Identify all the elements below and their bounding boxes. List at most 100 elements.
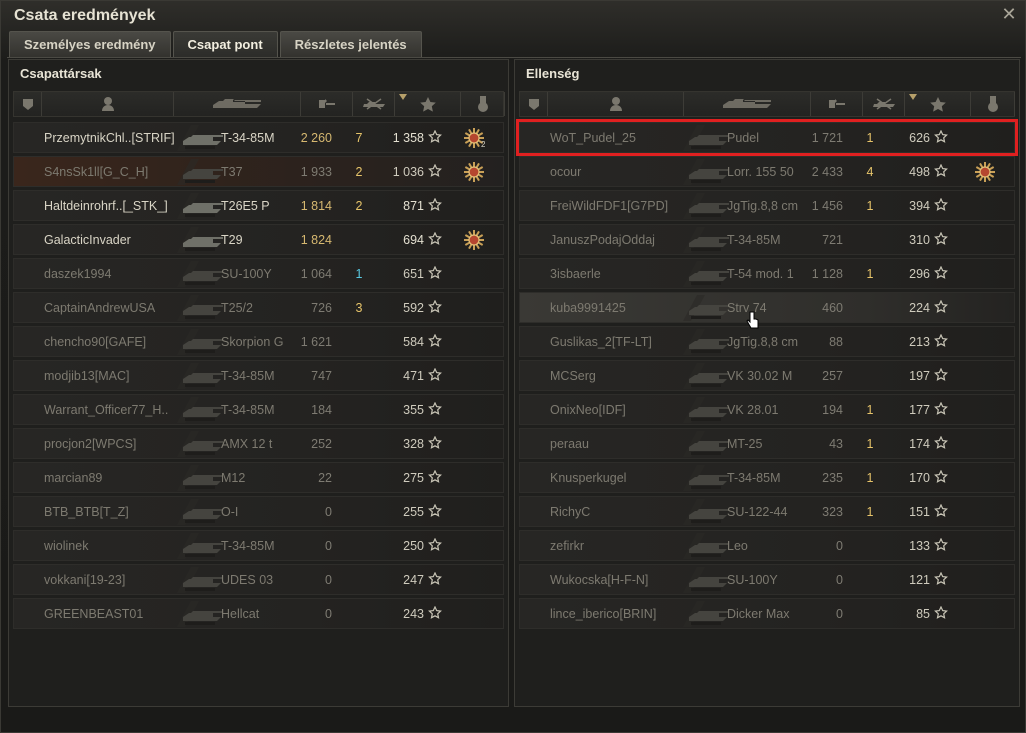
tank-icon — [683, 397, 733, 423]
medal-icon[interactable] — [463, 229, 485, 251]
damage-value: 43 — [829, 437, 843, 451]
teammate-row[interactable]: daszek1994 SU-100Y 1 064 1 651 — [13, 258, 504, 289]
damage-column-header[interactable] — [811, 92, 863, 116]
platoon-column-header[interactable] — [520, 92, 548, 116]
damage-column-header[interactable] — [301, 92, 353, 116]
teammate-row[interactable]: GREENBEAST01 Hellcat 0 243 — [13, 598, 504, 629]
close-icon[interactable]: ✕ — [999, 4, 1019, 24]
medal-icon[interactable]: 2 — [463, 127, 486, 149]
vehicle-column-icon — [213, 99, 261, 108]
enemy-row[interactable]: Knusperkugel T-34-85M 235 1 170 — [519, 462, 1015, 493]
teammate-row[interactable]: wiolinek T-34-85M 0 250 — [13, 530, 504, 561]
teammates-title: Csapattársak — [20, 66, 102, 81]
medal-column-header[interactable] — [971, 92, 1015, 116]
enemy-row[interactable]: Guslikas_2[TF-LT] JgTig.8,8 cm 88 213 — [519, 326, 1015, 357]
vehicle-column-header[interactable] — [174, 92, 301, 116]
teammate-row[interactable]: Haltdeinrohrf..[_STK_] T26E5 P 1 814 2 871 — [13, 190, 504, 221]
enemy-row[interactable]: peraau MT-25 43 1 174 — [519, 428, 1015, 459]
tank-icon — [683, 261, 733, 287]
vehicle-name: T-34-85M — [727, 471, 781, 485]
score-column-icon — [929, 97, 946, 112]
teammate-row[interactable]: S4nsSk1ll[G_C_H] T37 1 933 2 1 036 — [13, 156, 504, 187]
teammate-row[interactable]: procjon2[WPCS] AMX 12 t 252 328 — [13, 428, 504, 459]
enemy-row[interactable]: 3isbaerle T-54 mod. 1 1 128 1 296 — [519, 258, 1015, 289]
platoon-column-header[interactable] — [14, 92, 42, 116]
player-name: Haltdeinrohrf..[_STK_] — [44, 199, 168, 213]
damage-value: 2 433 — [811, 165, 843, 179]
damage-value: 1 721 — [811, 131, 843, 145]
enemy-row[interactable]: JanuszPodajOddaj T-34-85M 721 310 — [519, 224, 1015, 255]
score-value: 85 — [916, 607, 930, 621]
kills-value: 1 — [355, 267, 363, 281]
medal-icon[interactable] — [974, 161, 996, 183]
enemy-row[interactable]: OnixNeo[IDF] VK 28.01 194 1 177 — [519, 394, 1015, 425]
score-value: 584 — [403, 335, 424, 349]
enemy-row[interactable]: lince_iberico[BRIN] Dicker Max 0 85 — [519, 598, 1015, 629]
enemy-row[interactable]: FreiWildFDF1[G7PD] JgTig.8,8 cm 1 456 1 394 — [519, 190, 1015, 221]
score-value: 275 — [403, 471, 424, 485]
vehicle-column-header[interactable] — [684, 92, 811, 116]
tank-icon — [177, 329, 227, 355]
star-icon — [428, 299, 442, 314]
vehicle-name: T-34-85M — [727, 233, 781, 247]
teammate-row[interactable]: marcian89 M12 22 275 — [13, 462, 504, 493]
teammate-row[interactable]: CaptainAndrewUSA T25/2 726 3 592 — [13, 292, 504, 323]
player-name: vokkani[19-23] — [44, 573, 126, 587]
tab-personal-results[interactable]: Személyes eredmény — [9, 31, 171, 57]
player-name: CaptainAndrewUSA — [44, 301, 156, 315]
score-value: 626 — [909, 131, 930, 145]
teammate-row[interactable]: modjib13[MAC] T-34-85M 747 471 — [13, 360, 504, 391]
star-icon — [428, 265, 442, 280]
score-value: 310 — [909, 233, 930, 247]
score-column-header[interactable] — [905, 92, 971, 116]
kills-value: 2 — [355, 199, 363, 213]
star-icon — [428, 129, 442, 144]
damage-value: 1 456 — [811, 199, 843, 213]
enemy-row[interactable]: WoT_Pudel_25 Pudel 1 721 1 626 — [516, 119, 1018, 156]
score-value: 1 358 — [392, 131, 424, 145]
player-name: MCSerg — [550, 369, 596, 383]
enemy-row[interactable]: Wukocska[H-F-N] SU-100Y 0 121 — [519, 564, 1015, 595]
score-column-header[interactable] — [395, 92, 461, 116]
teammate-row[interactable]: Warrant_Officer77_H.. T-34-85M 184 355 — [13, 394, 504, 425]
enemies-header — [519, 91, 1015, 117]
teammate-row[interactable]: PrzemytnikChl..[STRIF] T-34-85M 2 260 7 1 35… — [13, 122, 504, 153]
kills-value: 7 — [355, 131, 363, 145]
medal-icon[interactable] — [463, 161, 485, 183]
star-icon — [934, 571, 948, 586]
enemy-row[interactable]: ocour Lorr. 155 50 2 433 4 498 — [519, 156, 1015, 187]
star-icon — [428, 605, 442, 620]
score-value: 224 — [909, 301, 930, 315]
kills-column-header[interactable] — [353, 92, 395, 116]
player-name: ocour — [550, 165, 582, 179]
vehicle-name: Pudel — [727, 131, 759, 145]
damage-value: 1 933 — [300, 165, 332, 179]
tank-icon — [683, 227, 733, 253]
enemy-row[interactable]: zefirkr Leo 0 133 — [519, 530, 1015, 561]
medal-column-header[interactable] — [461, 92, 505, 116]
platoon-column-icon — [22, 99, 33, 110]
tank-icon — [177, 193, 227, 219]
player-column-header[interactable] — [548, 92, 684, 116]
tab-team-score[interactable]: Csapat pont — [172, 31, 278, 57]
enemy-row[interactable]: MCSerg VK 30.02 M 257 197 — [519, 360, 1015, 391]
tab-detailed-report[interactable]: Részletes jelentés — [279, 31, 422, 57]
tank-icon — [177, 159, 227, 185]
enemy-row[interactable]: RichyC SU-122-44 323 1 151 — [519, 496, 1015, 527]
player-column-header[interactable] — [42, 92, 174, 116]
teammate-row[interactable]: GalacticInvader T29 1 824 694 — [13, 224, 504, 255]
tank-icon — [683, 465, 733, 491]
score-value: 694 — [403, 233, 424, 247]
kills-column-header[interactable] — [863, 92, 905, 116]
teammate-row[interactable]: BTB_BTB[T_Z] O-I 0 255 — [13, 496, 504, 527]
title-bar[interactable]: Csata eredmények ✕ — [1, 1, 1026, 31]
tank-icon — [177, 533, 227, 559]
vehicle-name: JgTig.8,8 cm — [727, 335, 799, 349]
score-value: 255 — [403, 505, 424, 519]
tank-icon — [177, 499, 227, 525]
teammate-row[interactable]: chencho90[GAFE] Skorpion G 1 621 584 — [13, 326, 504, 357]
player-name: S4nsSk1ll[G_C_H] — [44, 165, 149, 179]
teammate-row[interactable]: vokkani[19-23] UDES 03 0 247 — [13, 564, 504, 595]
tank-icon — [177, 363, 227, 389]
enemy-row[interactable]: kuba9991425 Strv 74 460 224 — [519, 292, 1015, 323]
